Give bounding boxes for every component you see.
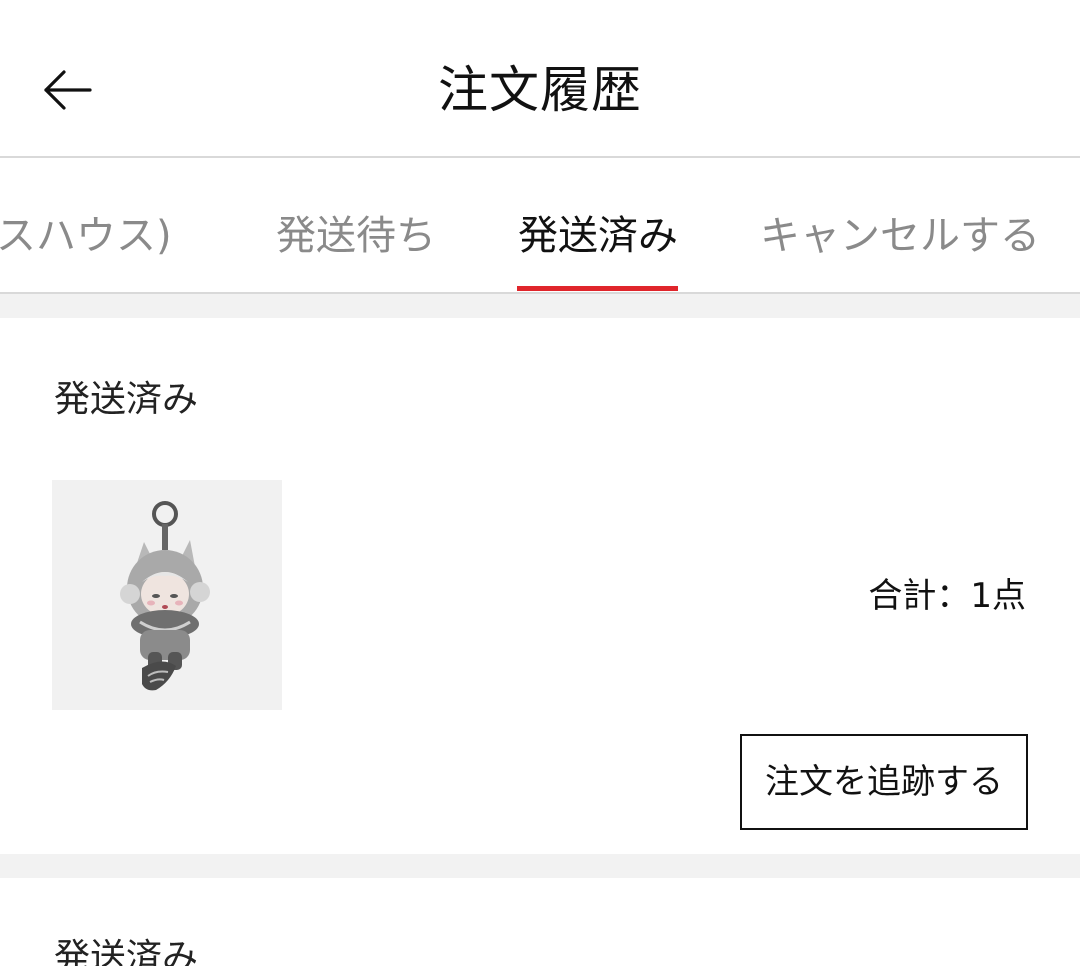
tab-warehouse[interactable]: スハウス) xyxy=(0,158,172,292)
order-card[interactable]: 発送済み xyxy=(0,878,1080,966)
active-tab-indicator xyxy=(517,286,678,291)
page-title: 注文履歴 xyxy=(438,61,642,119)
tab-awaiting-shipment[interactable]: 発送待ち xyxy=(276,158,436,292)
total-label: 合計： xyxy=(868,576,971,616)
total-count: 1点 xyxy=(970,576,1026,616)
app-header: 注文履歴 xyxy=(0,0,1080,158)
order-status-tabs: スハウス) 発送待ち 発送済み キャンセルする xyxy=(0,158,1080,294)
order-card[interactable]: 発送済み xyxy=(0,318,1080,854)
order-status: 発送済み xyxy=(54,379,199,420)
order-total: 合計：1点 xyxy=(868,574,1026,618)
section-gap xyxy=(0,294,1080,318)
product-image[interactable] xyxy=(52,480,282,710)
tab-cancel[interactable]: キャンセルする xyxy=(760,158,1040,292)
tab-shipped[interactable]: 発送済み xyxy=(518,158,678,292)
order-status: 発送済み xyxy=(54,937,199,966)
figure-keychain-icon xyxy=(120,501,210,691)
track-order-button[interactable]: 注文を追跡する xyxy=(740,734,1028,830)
section-gap xyxy=(0,854,1080,878)
